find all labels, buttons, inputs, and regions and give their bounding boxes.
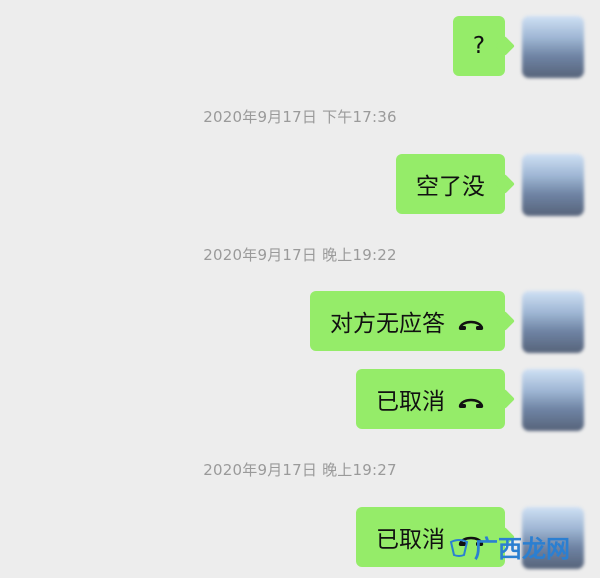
message-row: 空了没	[0, 154, 600, 216]
chat-area: ? 2020年9月17日 下午17:36 空了没 2020年9月17日 晚上19…	[0, 0, 600, 578]
message-bubble[interactable]: ?	[453, 16, 505, 76]
watermark: 广西龙网	[448, 529, 570, 564]
phone-hangup-icon	[457, 391, 485, 408]
phone-hangup-icon	[457, 313, 485, 330]
message-row: 已取消	[0, 369, 600, 431]
avatar[interactable]	[522, 154, 584, 216]
message-row: ?	[0, 16, 600, 78]
message-row: 对方无应答	[0, 291, 600, 353]
avatar[interactable]	[522, 369, 584, 431]
message-text: ?	[472, 33, 486, 59]
avatar[interactable]	[522, 16, 584, 78]
message-text: 空了没	[416, 174, 485, 200]
avatar[interactable]	[522, 291, 584, 353]
call-status-text: 已取消	[376, 527, 445, 553]
timestamp: 2020年9月17日 晚上19:22	[203, 246, 397, 264]
timestamp: 2020年9月17日 晚上19:27	[203, 461, 397, 479]
call-record-bubble[interactable]: 已取消	[356, 369, 505, 429]
message-bubble[interactable]: 空了没	[396, 154, 505, 214]
call-status-text: 对方无应答	[330, 311, 445, 337]
call-record-bubble[interactable]: 对方无应答	[310, 291, 505, 351]
watermark-text: 广西龙网	[474, 535, 570, 563]
call-status-text: 已取消	[376, 389, 445, 415]
watermark-logo-icon	[449, 538, 469, 557]
timestamp: 2020年9月17日 下午17:36	[203, 108, 397, 126]
